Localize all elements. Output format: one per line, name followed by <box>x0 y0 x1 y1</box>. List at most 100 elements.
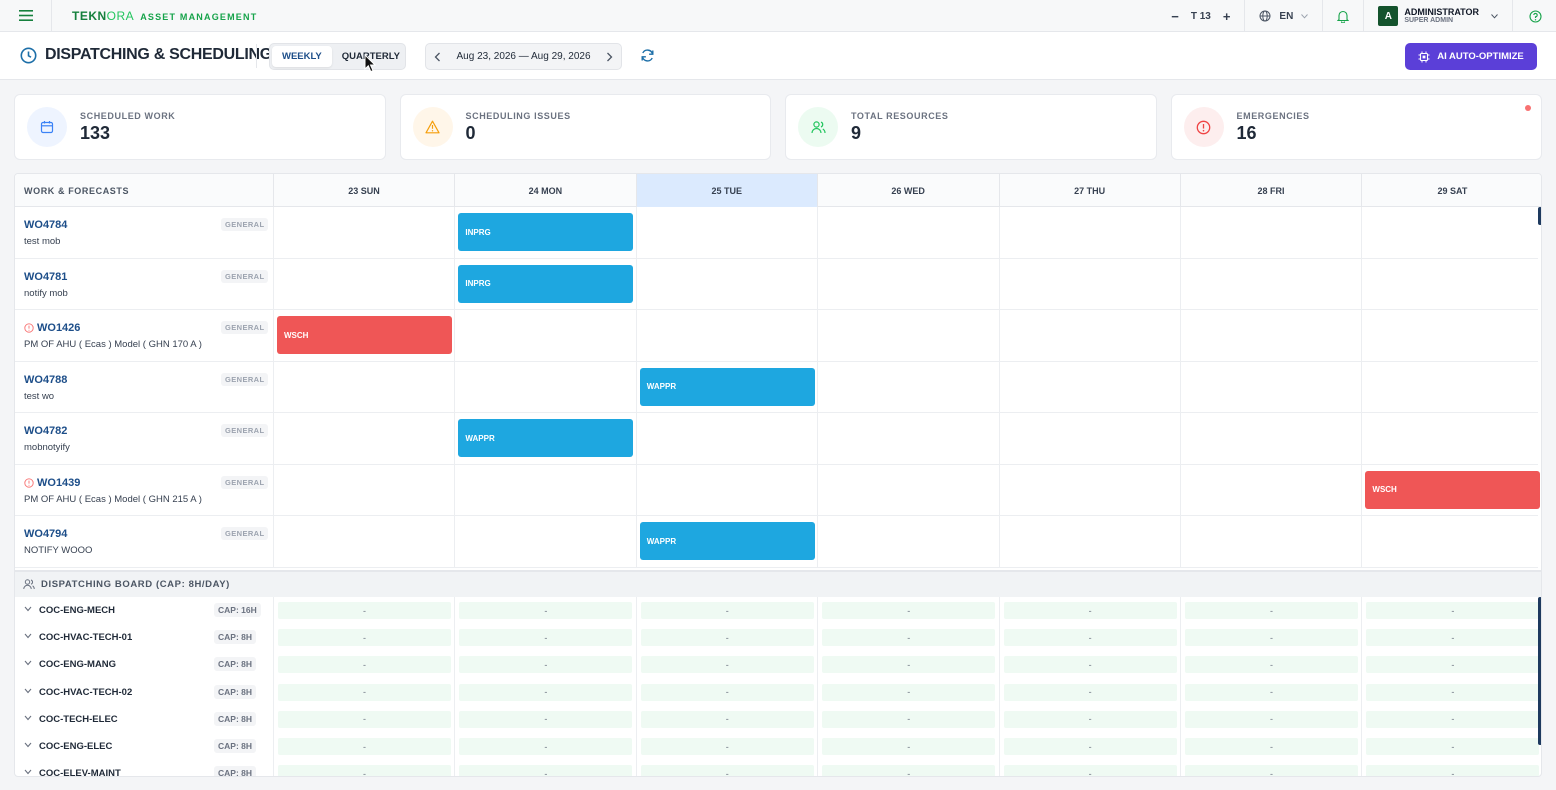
day-cell[interactable] <box>635 413 817 464</box>
day-cell[interactable] <box>1180 361 1361 412</box>
capacity-cell[interactable]: - <box>1185 629 1358 647</box>
day-cell[interactable] <box>998 516 1180 567</box>
capacity-cell[interactable]: - <box>1366 629 1540 647</box>
capacity-cell[interactable]: - <box>459 738 633 755</box>
day-cell[interactable] <box>1180 310 1361 361</box>
capacity-cell[interactable]: - <box>459 710 633 728</box>
chevron-left-icon[interactable] <box>434 52 441 62</box>
user-menu[interactable]: A ADMINISTRATOR SUPER ADMIN <box>1363 0 1512 32</box>
day-cell[interactable] <box>817 310 998 361</box>
day-cell[interactable] <box>1180 258 1361 309</box>
capacity-cell[interactable]: - <box>1003 765 1177 776</box>
capacity-cell[interactable]: - <box>278 683 451 701</box>
language-selector[interactable]: EN <box>1244 0 1322 32</box>
day-cell[interactable] <box>1361 361 1541 412</box>
day-cell[interactable] <box>635 207 817 258</box>
capacity-cell[interactable]: - <box>822 683 996 701</box>
capacity-cell[interactable]: - <box>822 765 996 776</box>
day-cell[interactable] <box>273 207 454 258</box>
help-button[interactable] <box>1512 0 1556 32</box>
capacity-cell[interactable]: - <box>1366 738 1540 755</box>
work-order-link[interactable]: WO4788 <box>24 374 67 386</box>
capacity-cell[interactable]: - <box>1185 710 1358 728</box>
capacity-cell[interactable]: - <box>1003 629 1177 647</box>
chevron-down-icon[interactable] <box>24 606 32 612</box>
day-cell[interactable] <box>635 464 817 515</box>
capacity-cell[interactable]: - <box>278 602 451 619</box>
day-cell[interactable] <box>817 361 998 412</box>
capacity-cell[interactable]: - <box>1366 765 1540 776</box>
day-cell[interactable] <box>998 310 1180 361</box>
capacity-cell[interactable]: - <box>459 765 633 776</box>
day-cell[interactable] <box>454 361 635 412</box>
capacity-cell[interactable]: - <box>1366 656 1540 674</box>
day-cell[interactable] <box>1361 516 1541 567</box>
capacity-cell[interactable]: - <box>822 738 996 755</box>
stat-card-emergencies[interactable]: EMERGENCIES 16 <box>1170 94 1542 160</box>
day-cell[interactable] <box>635 310 817 361</box>
capacity-cell[interactable]: - <box>278 656 451 674</box>
capacity-cell[interactable]: - <box>1185 738 1358 755</box>
chevron-down-icon[interactable] <box>24 742 32 748</box>
scheduled-work-bar[interactable]: INPRG <box>458 264 634 303</box>
work-scrollbar[interactable] <box>1538 207 1541 225</box>
capacity-cell[interactable]: - <box>1366 683 1540 701</box>
scheduled-work-bar[interactable]: WAPPR <box>458 419 634 457</box>
capacity-cell[interactable]: - <box>1366 710 1540 728</box>
chevron-down-icon[interactable] <box>24 715 32 721</box>
scheduled-work-bar[interactable]: WSCH <box>277 316 452 354</box>
capacity-cell[interactable]: - <box>640 656 814 674</box>
capacity-cell[interactable]: - <box>640 710 814 728</box>
capacity-cell[interactable]: - <box>822 710 996 728</box>
notifications-button[interactable] <box>1322 0 1363 32</box>
font-increase-button[interactable]: + <box>1223 9 1231 24</box>
day-cell[interactable] <box>273 413 454 464</box>
chevron-right-icon[interactable] <box>606 52 613 62</box>
day-cell[interactable] <box>998 207 1180 258</box>
capacity-cell[interactable]: - <box>278 738 451 755</box>
capacity-cell[interactable]: - <box>640 683 814 701</box>
day-cell[interactable] <box>635 258 817 309</box>
work-order-link[interactable]: WO1439 <box>24 477 80 489</box>
day-cell[interactable] <box>998 361 1180 412</box>
day-cell[interactable] <box>454 516 635 567</box>
scheduled-work-bar[interactable]: WAPPR <box>639 522 815 560</box>
capacity-cell[interactable]: - <box>459 629 633 647</box>
day-cell[interactable] <box>817 516 998 567</box>
day-cell[interactable] <box>454 310 635 361</box>
capacity-cell[interactable]: - <box>459 683 633 701</box>
refresh-button[interactable] <box>640 48 655 68</box>
capacity-cell[interactable]: - <box>822 629 996 647</box>
day-cell[interactable] <box>273 361 454 412</box>
chevron-down-icon[interactable] <box>24 688 32 694</box>
scheduled-work-bar[interactable]: WAPPR <box>639 367 815 406</box>
capacity-cell[interactable]: - <box>640 602 814 619</box>
capacity-cell[interactable]: - <box>640 738 814 755</box>
brand-logo[interactable]: TEKNORA ASSET MANAGEMENT <box>72 9 257 23</box>
day-cell[interactable] <box>1361 207 1541 258</box>
day-cell[interactable] <box>273 258 454 309</box>
chevron-down-icon[interactable] <box>24 660 32 666</box>
capacity-cell[interactable]: - <box>1185 656 1358 674</box>
day-cell[interactable] <box>817 413 998 464</box>
weekly-view-button[interactable]: WEEKLY <box>272 46 332 67</box>
capacity-cell[interactable]: - <box>459 656 633 674</box>
capacity-cell[interactable]: - <box>822 602 996 619</box>
capacity-cell[interactable]: - <box>640 629 814 647</box>
chevron-down-icon[interactable] <box>24 769 32 775</box>
day-cell[interactable] <box>817 464 998 515</box>
day-cell[interactable] <box>998 413 1180 464</box>
capacity-cell[interactable]: - <box>278 629 451 647</box>
stat-card-total-resources[interactable]: TOTAL RESOURCES 9 <box>785 94 1157 160</box>
capacity-cell[interactable]: - <box>1003 710 1177 728</box>
capacity-cell[interactable]: - <box>822 656 996 674</box>
capacity-cell[interactable]: - <box>1003 656 1177 674</box>
day-cell[interactable] <box>1361 413 1541 464</box>
capacity-cell[interactable]: - <box>640 765 814 776</box>
capacity-cell[interactable]: - <box>1003 683 1177 701</box>
day-cell[interactable] <box>1180 464 1361 515</box>
capacity-cell[interactable]: - <box>278 765 451 776</box>
work-order-link[interactable]: WO4794 <box>24 528 67 540</box>
menu-icon[interactable] <box>0 0 52 32</box>
capacity-cell[interactable]: - <box>1185 683 1358 701</box>
